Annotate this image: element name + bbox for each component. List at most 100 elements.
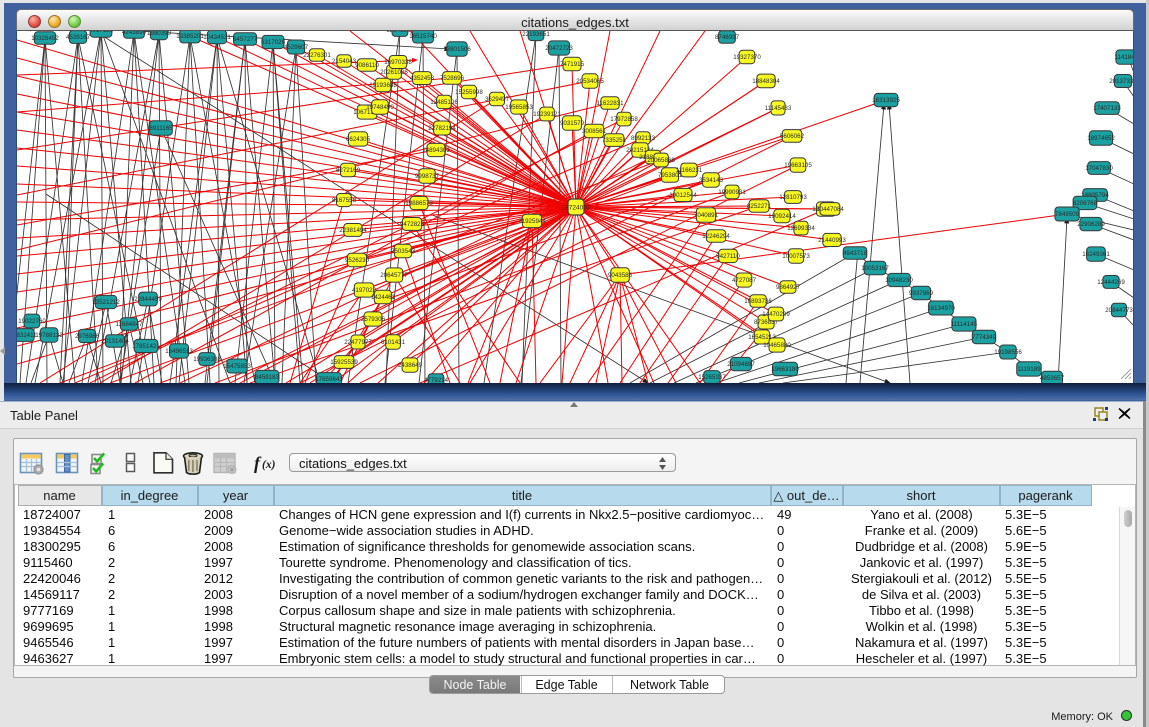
svg-text:18134970: 18134970 bbox=[927, 305, 955, 312]
svg-text:20065868: 20065868 bbox=[647, 157, 675, 164]
svg-text:2976966: 2976966 bbox=[75, 333, 100, 340]
svg-text:19990931: 19990931 bbox=[718, 189, 746, 196]
svg-text:1119189: 1119189 bbox=[1017, 366, 1041, 373]
svg-text:20472723: 20472723 bbox=[545, 45, 573, 52]
svg-text:17972858: 17972858 bbox=[610, 116, 638, 123]
svg-text:19239121: 19239121 bbox=[533, 111, 561, 118]
svg-text:9864927: 9864927 bbox=[776, 284, 801, 291]
svg-text:7471915: 7471915 bbox=[560, 61, 585, 68]
svg-text:8167558: 8167558 bbox=[332, 197, 357, 204]
svg-text:8746997: 8746997 bbox=[715, 34, 740, 41]
svg-text:18848304: 18848304 bbox=[752, 78, 780, 85]
svg-text:12699334: 12699334 bbox=[787, 225, 815, 232]
svg-text:20131404: 20131404 bbox=[101, 338, 129, 345]
svg-text:19748490: 19748490 bbox=[366, 104, 394, 111]
svg-text:18724007: 18724007 bbox=[562, 204, 591, 211]
svg-text:16970338: 16970338 bbox=[384, 59, 412, 66]
svg-text:3008561: 3008561 bbox=[582, 128, 607, 135]
svg-text:22276301: 22276301 bbox=[303, 52, 331, 59]
svg-text:9043586: 9043586 bbox=[608, 272, 633, 279]
svg-text:22782194: 22782194 bbox=[428, 125, 456, 132]
svg-text:8459183: 8459183 bbox=[255, 374, 280, 381]
svg-text:9937869: 9937869 bbox=[909, 290, 934, 297]
svg-text:(x): (x) bbox=[262, 459, 276, 471]
svg-text:20645777: 20645777 bbox=[380, 272, 408, 279]
svg-text:13801506: 13801506 bbox=[443, 46, 471, 53]
svg-text:19022760: 19022760 bbox=[18, 318, 46, 325]
svg-text:8252271: 8252271 bbox=[747, 203, 772, 210]
svg-text:17851421: 17851421 bbox=[132, 343, 160, 350]
svg-text:13832411: 13832411 bbox=[17, 332, 37, 339]
svg-text:2438649: 2438649 bbox=[398, 362, 423, 369]
svg-text:19663105: 19663105 bbox=[784, 162, 812, 169]
svg-text:10434531: 10434531 bbox=[203, 34, 231, 41]
svg-text:6101431: 6101431 bbox=[381, 339, 406, 346]
svg-text:11418461: 11418461 bbox=[1114, 54, 1134, 61]
svg-text:6317026: 6317026 bbox=[261, 39, 286, 46]
svg-text:10012544: 10012544 bbox=[669, 192, 697, 199]
svg-text:4197022: 4197022 bbox=[352, 287, 377, 294]
svg-text:10328452: 10328452 bbox=[31, 35, 59, 42]
svg-text:8911165: 8911165 bbox=[149, 125, 173, 132]
svg-text:f: f bbox=[254, 453, 262, 473]
svg-text:4529607: 4529607 bbox=[284, 44, 309, 51]
svg-text:6624305: 6624305 bbox=[346, 136, 371, 143]
svg-text:11684847: 11684847 bbox=[115, 321, 143, 328]
svg-text:22844459: 22844459 bbox=[134, 296, 162, 303]
svg-text:20261026: 20261026 bbox=[380, 69, 408, 76]
svg-text:9427110: 9427110 bbox=[716, 253, 740, 260]
svg-text:9526230: 9526230 bbox=[345, 257, 370, 264]
svg-text:4727087: 4727087 bbox=[732, 277, 757, 284]
svg-text:7040891: 7040891 bbox=[694, 212, 719, 219]
svg-text:2579306: 2579306 bbox=[361, 316, 386, 323]
svg-text:10948230: 10948230 bbox=[885, 277, 913, 284]
svg-text:4853657: 4853657 bbox=[1040, 375, 1065, 382]
svg-text:11114145: 11114145 bbox=[951, 321, 978, 328]
svg-text:19385201: 19385201 bbox=[176, 33, 204, 40]
svg-text:10465880: 10465880 bbox=[763, 342, 791, 349]
svg-text:21925944: 21925944 bbox=[518, 218, 546, 225]
svg-text:4779214: 4779214 bbox=[424, 377, 449, 383]
svg-text:16496513: 16496513 bbox=[165, 348, 193, 355]
svg-text:13521212: 13521212 bbox=[92, 299, 120, 306]
svg-text:5606062: 5606062 bbox=[780, 133, 805, 140]
svg-text:18974652: 18974652 bbox=[1087, 135, 1115, 142]
svg-text:11166231: 11166231 bbox=[676, 167, 703, 174]
svg-text:8992133: 8992133 bbox=[631, 135, 656, 142]
svg-text:4943718: 4943718 bbox=[843, 250, 868, 257]
svg-text:15925539: 15925539 bbox=[330, 359, 358, 366]
svg-text:16313925: 16313925 bbox=[872, 97, 900, 104]
svg-text:11145483: 11145483 bbox=[765, 105, 792, 112]
svg-text:20534065: 20534065 bbox=[576, 78, 604, 85]
svg-text:14894303: 14894303 bbox=[422, 147, 450, 154]
svg-text:4539167: 4539167 bbox=[66, 34, 91, 41]
svg-text:22477977: 22477977 bbox=[344, 339, 372, 346]
svg-text:15255998: 15255998 bbox=[455, 89, 483, 96]
svg-text:4017183: 4017183 bbox=[89, 31, 114, 34]
svg-text:19193688: 19193688 bbox=[369, 82, 397, 89]
svg-text:16893736: 16893736 bbox=[744, 298, 772, 305]
svg-text:4352458: 4352458 bbox=[410, 75, 435, 82]
svg-text:19788132: 19788132 bbox=[35, 332, 63, 339]
svg-text:19565853: 19565853 bbox=[505, 104, 533, 111]
svg-text:10053167: 10053167 bbox=[861, 265, 889, 272]
svg-text:19327370: 19327370 bbox=[733, 54, 761, 61]
svg-text:12246294: 12246294 bbox=[702, 233, 730, 240]
svg-text:9086110: 9086110 bbox=[355, 62, 379, 69]
svg-text:20447084: 20447084 bbox=[816, 206, 844, 213]
svg-text:16249361: 16249361 bbox=[1082, 251, 1110, 258]
svg-text:9472828: 9472828 bbox=[400, 221, 425, 228]
svg-text:19936388: 19936388 bbox=[193, 356, 221, 363]
svg-text:14470299: 14470299 bbox=[762, 311, 790, 318]
svg-text:22193651: 22193651 bbox=[522, 31, 550, 38]
svg-text:19092414: 19092414 bbox=[768, 213, 796, 220]
svg-text:12444269: 12444269 bbox=[1097, 279, 1125, 286]
svg-text:20137339: 20137339 bbox=[1109, 78, 1134, 85]
svg-text:2503543: 2503543 bbox=[391, 248, 416, 255]
svg-text:1424461: 1424461 bbox=[371, 294, 396, 301]
svg-text:8206768: 8206768 bbox=[1073, 200, 1098, 207]
svg-text:19663180: 19663180 bbox=[771, 366, 799, 373]
svg-text:10007573: 10007573 bbox=[782, 253, 810, 260]
svg-text:7335251: 7335251 bbox=[602, 137, 627, 144]
svg-text:4243890: 4243890 bbox=[122, 31, 147, 36]
